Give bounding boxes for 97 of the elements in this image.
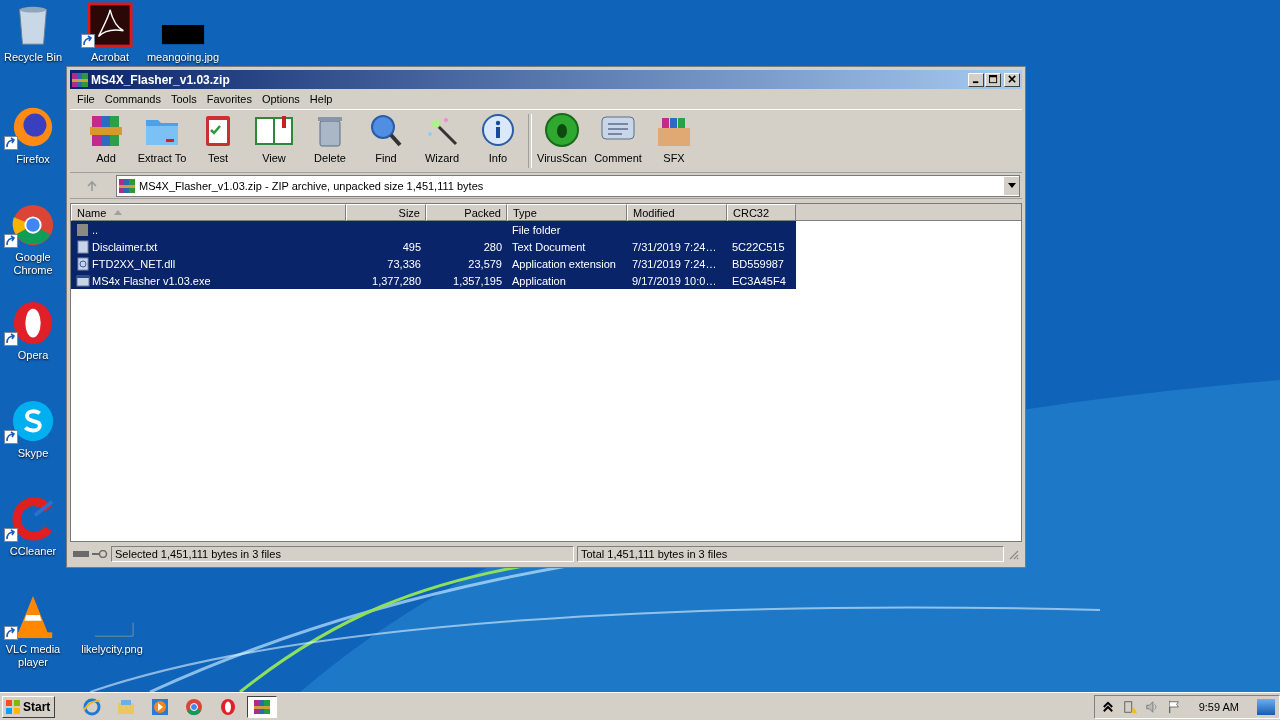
toolbar-button[interactable]: View: [246, 112, 302, 170]
play-icon: [151, 697, 170, 716]
table-cell: EC3A45F4: [732, 274, 786, 287]
maximize-button[interactable]: [985, 72, 1001, 87]
dropdown-button[interactable]: [1003, 176, 1019, 195]
toolbar-button[interactable]: VirusScan: [534, 112, 590, 170]
toolbar-button[interactable]: Info: [470, 112, 526, 170]
clock[interactable]: 9:59 AM: [1198, 700, 1239, 713]
table-cell: Disclaimer.txt: [92, 240, 158, 253]
desktop-icon-label[interactable]: Skype: [17, 447, 49, 460]
table-cell: 23,579: [468, 257, 502, 270]
archive-icon: [72, 71, 88, 88]
status-text: Selected 1,451,111 bytes in 3 files: [111, 546, 574, 562]
desktop-icon-label[interactable]: meangoing.jpg: [146, 51, 220, 64]
column-header[interactable]: Packed: [426, 204, 507, 221]
desktop-icon-label[interactable]: Firefox: [16, 153, 50, 166]
desktop-icon-label[interactable]: Opera: [17, 349, 49, 362]
menu-item[interactable]: Favorites: [201, 93, 257, 105]
table-cell: 73,336: [387, 257, 421, 270]
file-row[interactable]: Disclaimer.txt 495 280 Text Document 7/31/2019 7:24… 5C22C515: [71, 238, 796, 255]
up-arrow-icon: [86, 179, 98, 192]
desktop-icon-label[interactable]: Recycle Bin: [3, 51, 63, 64]
archive-icon: [253, 697, 272, 716]
status-text: Total 1,451,111 bytes in 3 files: [577, 546, 1004, 562]
table-cell: FTD2XX_NET.dll: [92, 257, 176, 270]
file-row[interactable]: FTD2XX_NET.dll 73,336 23,579 Application extension 7/31/2019 7:24… BD559987: [71, 255, 796, 272]
table-cell: 1,357,195: [453, 274, 502, 287]
file-row[interactable]: .. File folder: [71, 221, 796, 238]
column-header[interactable]: Size: [346, 204, 426, 221]
menu-item[interactable]: Tools: [166, 93, 202, 105]
flag-icon[interactable]: [1166, 699, 1181, 714]
column-header[interactable]: Modified: [627, 204, 727, 221]
table-cell: 7/31/2019 7:24…: [632, 240, 717, 253]
bug-icon: [542, 112, 582, 148]
column-header[interactable]: Type: [507, 204, 627, 221]
file-icon: [76, 273, 90, 288]
desktop-icon-label[interactable]: VLC media player: [0, 643, 66, 669]
browser-icon: [185, 697, 204, 716]
close-button[interactable]: [1004, 72, 1020, 87]
close-icon: [1007, 75, 1017, 84]
toolbar-button[interactable]: Add: [78, 112, 134, 170]
browser-icon: [219, 697, 238, 716]
window-title: MS4X_Flasher_v1.03.zip: [91, 72, 231, 87]
browser-icon: [83, 697, 102, 716]
chevron-up-icon[interactable]: [1100, 699, 1115, 714]
table-cell: Text Document: [512, 240, 586, 253]
key-icon: [92, 550, 108, 558]
show-desktop-button[interactable]: [1257, 698, 1275, 715]
drive-icon: [73, 550, 89, 558]
desktop-icon-label[interactable]: CCleaner: [9, 545, 57, 558]
menu-item[interactable]: Commands: [99, 93, 166, 105]
maximize-icon: [988, 75, 998, 84]
document-app-icon[interactable]: [87, 2, 133, 48]
desktop-icon-label[interactable]: likelycity.png: [81, 643, 143, 656]
desktop-icon-label[interactable]: Acrobat: [91, 51, 129, 64]
column-header[interactable]: Name: [71, 204, 346, 221]
caret-icon: [1007, 183, 1016, 188]
file-icon: [76, 256, 90, 271]
table-cell: ..: [92, 223, 99, 236]
cleaner-app-icon[interactable]: [10, 496, 56, 542]
table-cell: MS4x Flasher v1.03.exe: [92, 274, 211, 287]
table-cell: 5C22C515: [732, 240, 785, 253]
table-cell: 495: [402, 240, 421, 253]
menu-item[interactable]: Help: [304, 93, 338, 105]
toolbar-button[interactable]: Delete: [302, 112, 358, 170]
table-cell: Application extension: [512, 257, 616, 270]
address-field[interactable]: MS4X_Flasher_v1.03.zip - ZIP archive, unpacked size 1,451,111 bytes: [116, 174, 1020, 197]
table-cell: 7/31/2019 7:24…: [632, 257, 717, 270]
table-cell: 9/17/2019 10:0…: [632, 274, 717, 287]
start-button[interactable]: Start: [2, 695, 56, 718]
table-cell: 280: [483, 240, 502, 253]
toolbar-button[interactable]: Extract To: [134, 112, 190, 170]
chat-app-icon[interactable]: [10, 398, 56, 444]
toolbar-button[interactable]: SFX: [646, 112, 702, 170]
table-cell: Application: [512, 274, 566, 287]
toolbar-button[interactable]: Comment: [590, 112, 646, 170]
desktop-icon-label[interactable]: Google Chrome: [0, 251, 66, 277]
taskbar-button[interactable]: [247, 695, 278, 718]
archive-icon: [119, 177, 135, 194]
menu-item[interactable]: File: [72, 93, 100, 105]
file-row[interactable]: MS4x Flasher v1.03.exe 1,377,280 1,357,195 Application 9/17/2019 10:0… EC3A45F4: [71, 272, 796, 289]
folder-icon: [76, 222, 90, 237]
minimize-button[interactable]: [968, 72, 984, 87]
table-cell: File folder: [512, 223, 561, 236]
table-cell: 1,377,280: [372, 274, 421, 287]
folder-icon: [117, 697, 136, 716]
browser-icon[interactable]: [10, 202, 56, 248]
toolbar-button[interactable]: Test: [190, 112, 246, 170]
toolbar-button[interactable]: Find: [358, 112, 414, 170]
file-icon: [76, 239, 90, 254]
resize-grip-icon[interactable]: [1007, 548, 1019, 560]
network-warning-icon[interactable]: [1122, 699, 1137, 714]
toolbar-button[interactable]: Wizard: [414, 112, 470, 170]
menu-item[interactable]: Options: [256, 93, 305, 105]
column-header[interactable]: CRC32: [727, 204, 796, 221]
windows-logo-icon: [5, 698, 21, 715]
table-cell: BD559987: [732, 257, 784, 270]
